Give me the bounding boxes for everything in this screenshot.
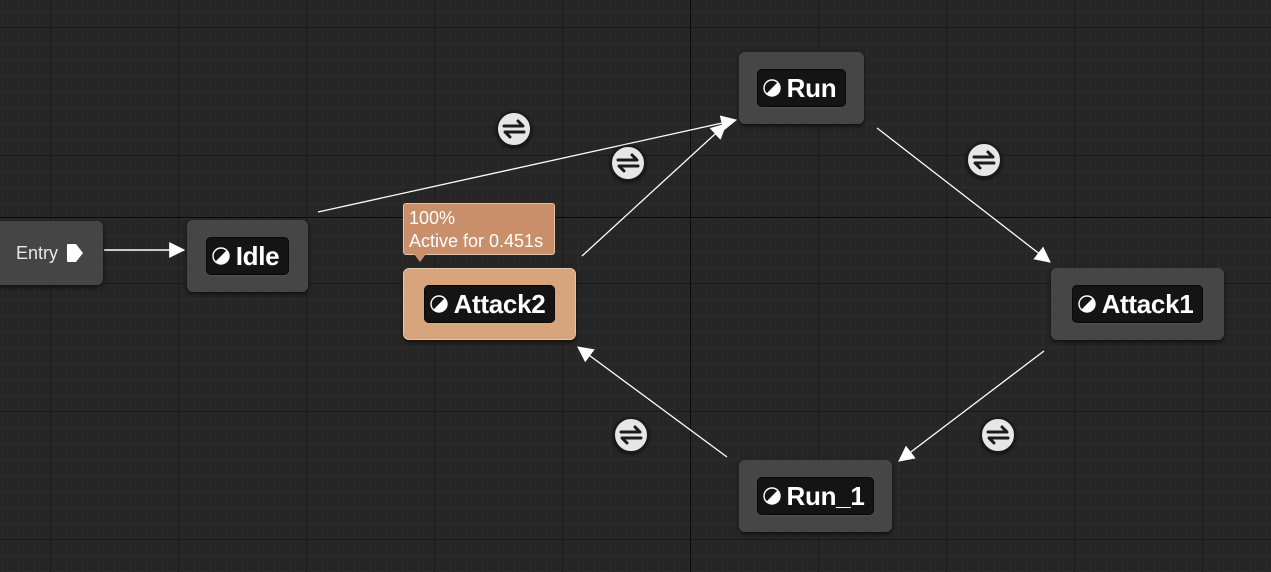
transition-rule-icon[interactable]	[980, 417, 1016, 453]
transition-arrows-icon	[972, 150, 996, 170]
wire-run-attack1	[876, 127, 1051, 263]
entry-label: Entry	[16, 242, 59, 263]
tooltip-pointer	[414, 254, 426, 262]
exec-pin-icon[interactable]	[66, 243, 84, 263]
tooltip-active-time: Active for 0.451s	[409, 231, 544, 251]
state-node-run-1[interactable]: Run_1	[739, 460, 892, 532]
state-node-attack2-body: Attack2	[423, 285, 556, 323]
active-state-tooltip: 100% Active for 0.451s	[403, 203, 555, 255]
wire-attack1-run1	[898, 350, 1045, 462]
state-icon	[212, 247, 230, 265]
state-icon	[762, 487, 781, 505]
entry-node[interactable]: Entry	[0, 221, 103, 285]
transition-rule-icon[interactable]	[613, 417, 649, 453]
state-node-attack1[interactable]: Attack1	[1051, 268, 1224, 340]
state-node-run-body: Run	[756, 69, 847, 107]
transition-rule-icon[interactable]	[496, 111, 532, 147]
state-node-idle[interactable]: Idle	[187, 220, 308, 292]
wire-attack2-run	[581, 123, 727, 257]
graph-origin-horizontal-axis	[0, 217, 1271, 218]
state-icon	[429, 295, 448, 313]
transition-arrows-icon	[986, 425, 1010, 445]
transition-rule-icon[interactable]	[610, 145, 646, 181]
state-label-attack2: Attack2	[453, 288, 546, 319]
state-node-attack2[interactable]: Attack2	[403, 268, 576, 340]
state-label-attack1: Attack1	[1101, 288, 1194, 319]
state-node-run-1-body: Run_1	[756, 477, 875, 515]
state-icon	[762, 79, 781, 97]
transition-arrows-icon	[616, 153, 640, 173]
state-label-idle: Idle	[235, 240, 280, 271]
state-icon	[1077, 295, 1096, 313]
wire-run1-attack2	[577, 346, 728, 458]
tooltip-weight: 100%	[409, 208, 456, 228]
state-node-run[interactable]: Run	[739, 52, 864, 124]
transition-arrows-icon	[619, 425, 643, 445]
transition-arrows-icon	[502, 119, 526, 139]
state-label-run: Run	[786, 72, 837, 103]
state-machine-graph[interactable]: Entry Idle Run 100% Active for 0.451s At…	[0, 0, 1271, 572]
transition-rule-icon[interactable]	[966, 142, 1002, 178]
state-node-attack1-body: Attack1	[1071, 285, 1204, 323]
state-label-run-1: Run_1	[786, 480, 865, 511]
state-node-idle-body: Idle	[205, 237, 290, 275]
graph-origin-vertical-axis	[690, 0, 691, 572]
